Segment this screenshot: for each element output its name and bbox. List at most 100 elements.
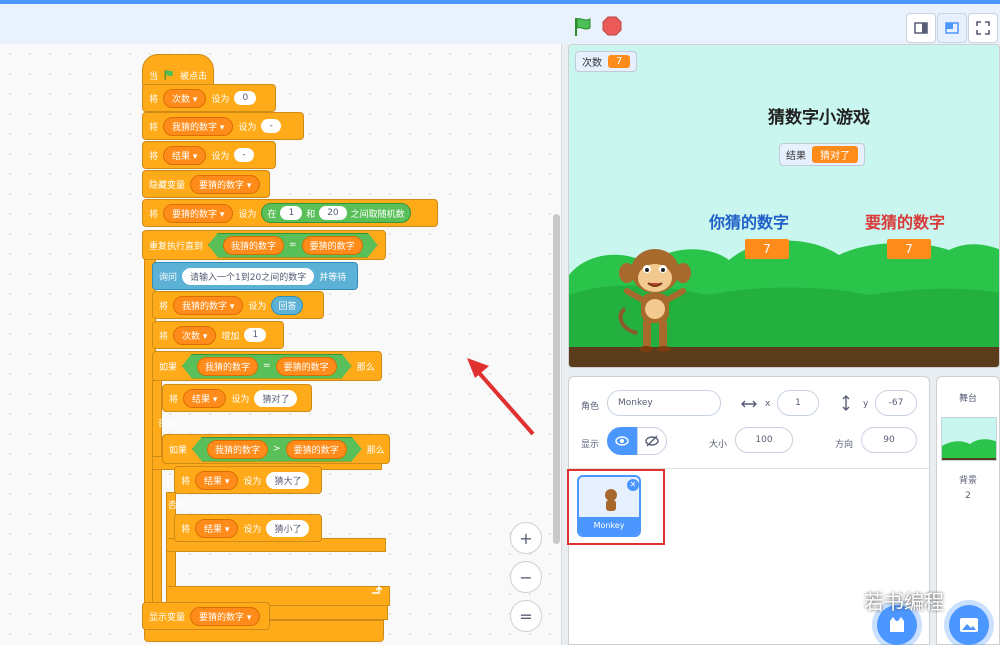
stop-icon[interactable] bbox=[602, 16, 622, 36]
backdrop-thumbnail[interactable] bbox=[941, 417, 997, 461]
to-label: 设为 bbox=[231, 394, 250, 405]
delete-sprite-icon[interactable]: ✕ bbox=[627, 479, 639, 491]
else-label: 否则 bbox=[158, 419, 177, 429]
variable-dropdown[interactable]: 次数 bbox=[173, 325, 217, 345]
count-label: 次数 bbox=[582, 58, 602, 69]
change-count-block[interactable]: 将 次数 增加 1 bbox=[152, 321, 284, 349]
value-input[interactable]: 0 bbox=[234, 91, 257, 105]
zoom-out-button[interactable]: − bbox=[510, 561, 542, 593]
value-input[interactable]: - bbox=[234, 148, 254, 162]
target-value: 7 bbox=[887, 239, 931, 259]
variable-dropdown[interactable]: 要猜的数字 bbox=[190, 606, 261, 626]
value-input[interactable]: 猜小了 bbox=[266, 519, 310, 537]
variable-dropdown[interactable]: 结果 bbox=[163, 145, 207, 165]
equals-condition[interactable]: 我猜的数字 = 要猜的数字 bbox=[208, 233, 378, 258]
set-label: 将 bbox=[149, 209, 159, 220]
direction-input[interactable]: 90 bbox=[861, 427, 917, 453]
repeat-until-block[interactable]: 重复执行直到 我猜的数字 = 要猜的数字 bbox=[142, 230, 386, 260]
variable-dropdown[interactable]: 次数 bbox=[163, 88, 207, 108]
variable-dropdown[interactable]: 结果 bbox=[195, 470, 239, 490]
answer-reporter[interactable]: 回答 bbox=[271, 295, 304, 315]
and-wait-label: 并等待 bbox=[319, 272, 347, 283]
equals-condition[interactable]: 我猜的数字 = 要猜的数字 bbox=[182, 354, 352, 379]
my-guess-reporter[interactable]: 我猜的数字 bbox=[207, 440, 268, 459]
variable-dropdown[interactable]: 要猜的数字 bbox=[190, 174, 261, 194]
code-vertical-scrollbar[interactable] bbox=[553, 214, 560, 544]
fullscreen-icon bbox=[976, 21, 990, 35]
set-count-block[interactable]: 将 次数 设为 0 bbox=[142, 84, 276, 112]
greater-than-condition[interactable]: 我猜的数字 > 要猜的数字 bbox=[192, 437, 362, 462]
small-stage-button[interactable] bbox=[906, 13, 936, 43]
x-position-icon bbox=[741, 400, 757, 408]
question-input[interactable]: 请输入一个1到20之间的数字 bbox=[182, 267, 315, 285]
random-to-input[interactable]: 20 bbox=[319, 206, 347, 220]
value-input[interactable]: 猜对了 bbox=[254, 389, 298, 407]
hide-variable-block[interactable]: 隐藏变量 要猜的数字 bbox=[142, 170, 270, 198]
zoom-in-icon: + bbox=[519, 528, 533, 548]
show-sprite-button[interactable] bbox=[607, 427, 637, 455]
value-input[interactable]: 1 bbox=[244, 328, 267, 342]
hide-sprite-button[interactable] bbox=[637, 427, 667, 455]
cat-icon bbox=[890, 617, 904, 632]
monkey-sprite-icon[interactable] bbox=[615, 243, 695, 355]
zoom-reset-button[interactable]: = bbox=[510, 600, 542, 632]
count-monitor[interactable]: 次数 7 bbox=[575, 51, 638, 72]
y-input[interactable]: -67 bbox=[875, 390, 917, 416]
value-input[interactable]: 猜大了 bbox=[266, 471, 310, 489]
variable-dropdown[interactable]: 结果 bbox=[183, 388, 227, 408]
set-result-too-small-block[interactable]: 将 结果 设为 猜小了 bbox=[174, 514, 322, 542]
zoom-in-button[interactable]: + bbox=[510, 522, 542, 554]
watermark-text: 若书编程 bbox=[864, 590, 944, 614]
sprite-thumbnail-monkey[interactable]: ✕ Monkey bbox=[577, 475, 641, 537]
show-variable-block[interactable]: 显示变量 要猜的数字 bbox=[142, 602, 270, 630]
sprite-name-input[interactable]: Monkey bbox=[607, 390, 721, 416]
set-result-correct-block[interactable]: 将 结果 设为 猜对了 bbox=[162, 384, 312, 412]
set-my-guess-answer-block[interactable]: 将 我猜的数字 设为 回答 bbox=[152, 291, 324, 319]
green-flag-icon[interactable] bbox=[572, 16, 594, 38]
my-guess-reporter[interactable]: 我猜的数字 bbox=[197, 357, 258, 376]
set-target-random-block[interactable]: 将 要猜的数字 设为 在 1 和 20 之间取随机数 bbox=[142, 199, 438, 227]
set-result-too-big-block[interactable]: 将 结果 设为 猜大了 bbox=[174, 466, 322, 494]
in-label: 在 bbox=[267, 209, 277, 220]
watermark: 若书编程 bbox=[820, 586, 944, 615]
hide-variable-label: 隐藏变量 bbox=[149, 180, 186, 191]
to-label: 设为 bbox=[238, 122, 257, 133]
target-reporter[interactable]: 要猜的数字 bbox=[276, 357, 337, 376]
inner-if-else-block[interactable]: 如果 我猜的数字 > 要猜的数字 那么 bbox=[162, 434, 390, 464]
add-backdrop-button[interactable] bbox=[949, 605, 989, 645]
x-input[interactable]: 1 bbox=[777, 390, 819, 416]
variable-dropdown[interactable]: 我猜的数字 bbox=[163, 116, 234, 136]
set-result-block[interactable]: 将 结果 设为 - bbox=[142, 141, 276, 169]
my-guess-reporter[interactable]: 我猜的数字 bbox=[223, 236, 284, 255]
eye-slash-icon bbox=[645, 435, 659, 447]
result-label: 结果 bbox=[786, 151, 806, 162]
equals-sign: = bbox=[289, 240, 297, 250]
random-from-input[interactable]: 1 bbox=[280, 206, 303, 220]
set-my-guess-block[interactable]: 将 我猜的数字 设为 - bbox=[142, 112, 304, 140]
variable-dropdown[interactable]: 我猜的数字 bbox=[173, 295, 244, 315]
pick-random-operator[interactable]: 在 1 和 20 之间取随机数 bbox=[261, 203, 411, 223]
greater-than-sign: > bbox=[273, 444, 281, 454]
ask-and-wait-block[interactable]: 询问 请输入一个1到20之间的数字 并等待 bbox=[152, 262, 358, 290]
target-label: 要猜的数字 bbox=[865, 213, 946, 232]
zoom-reset-icon: = bbox=[519, 606, 533, 626]
variable-dropdown[interactable]: 结果 bbox=[195, 518, 239, 538]
code-area[interactable]: 当 被点击 将 次数 设为 0 将 我猜的数字 设为 - 将 结果 设为 - 隐… bbox=[0, 44, 562, 645]
result-monitor[interactable]: 结果 猜对了 bbox=[779, 143, 865, 166]
change-by-label: 增加 bbox=[221, 331, 240, 342]
variable-dropdown[interactable]: 要猜的数字 bbox=[163, 203, 234, 223]
when-flag-clicked-block[interactable]: 当 被点击 bbox=[142, 54, 214, 88]
repeat-until-label: 重复执行直到 bbox=[149, 241, 204, 252]
target-reporter[interactable]: 要猜的数字 bbox=[302, 236, 363, 255]
size-input[interactable]: 100 bbox=[735, 427, 793, 453]
annotation-arrow-icon bbox=[467, 358, 535, 436]
normal-stage-button[interactable] bbox=[937, 13, 967, 43]
if-label: 如果 bbox=[159, 362, 178, 373]
when-label: 当 bbox=[149, 71, 159, 82]
to-label: 设为 bbox=[211, 151, 230, 162]
target-reporter[interactable]: 要猜的数字 bbox=[286, 440, 347, 459]
fullscreen-button[interactable] bbox=[968, 13, 998, 43]
if-else-block[interactable]: 如果 我猜的数字 = 要猜的数字 那么 bbox=[152, 351, 382, 381]
value-input[interactable]: - bbox=[261, 119, 281, 133]
stage[interactable]: 次数 7 猜数字小游戏 结果 猜对了 你猜的数字 7 要猜的数字 7 bbox=[568, 44, 1000, 368]
